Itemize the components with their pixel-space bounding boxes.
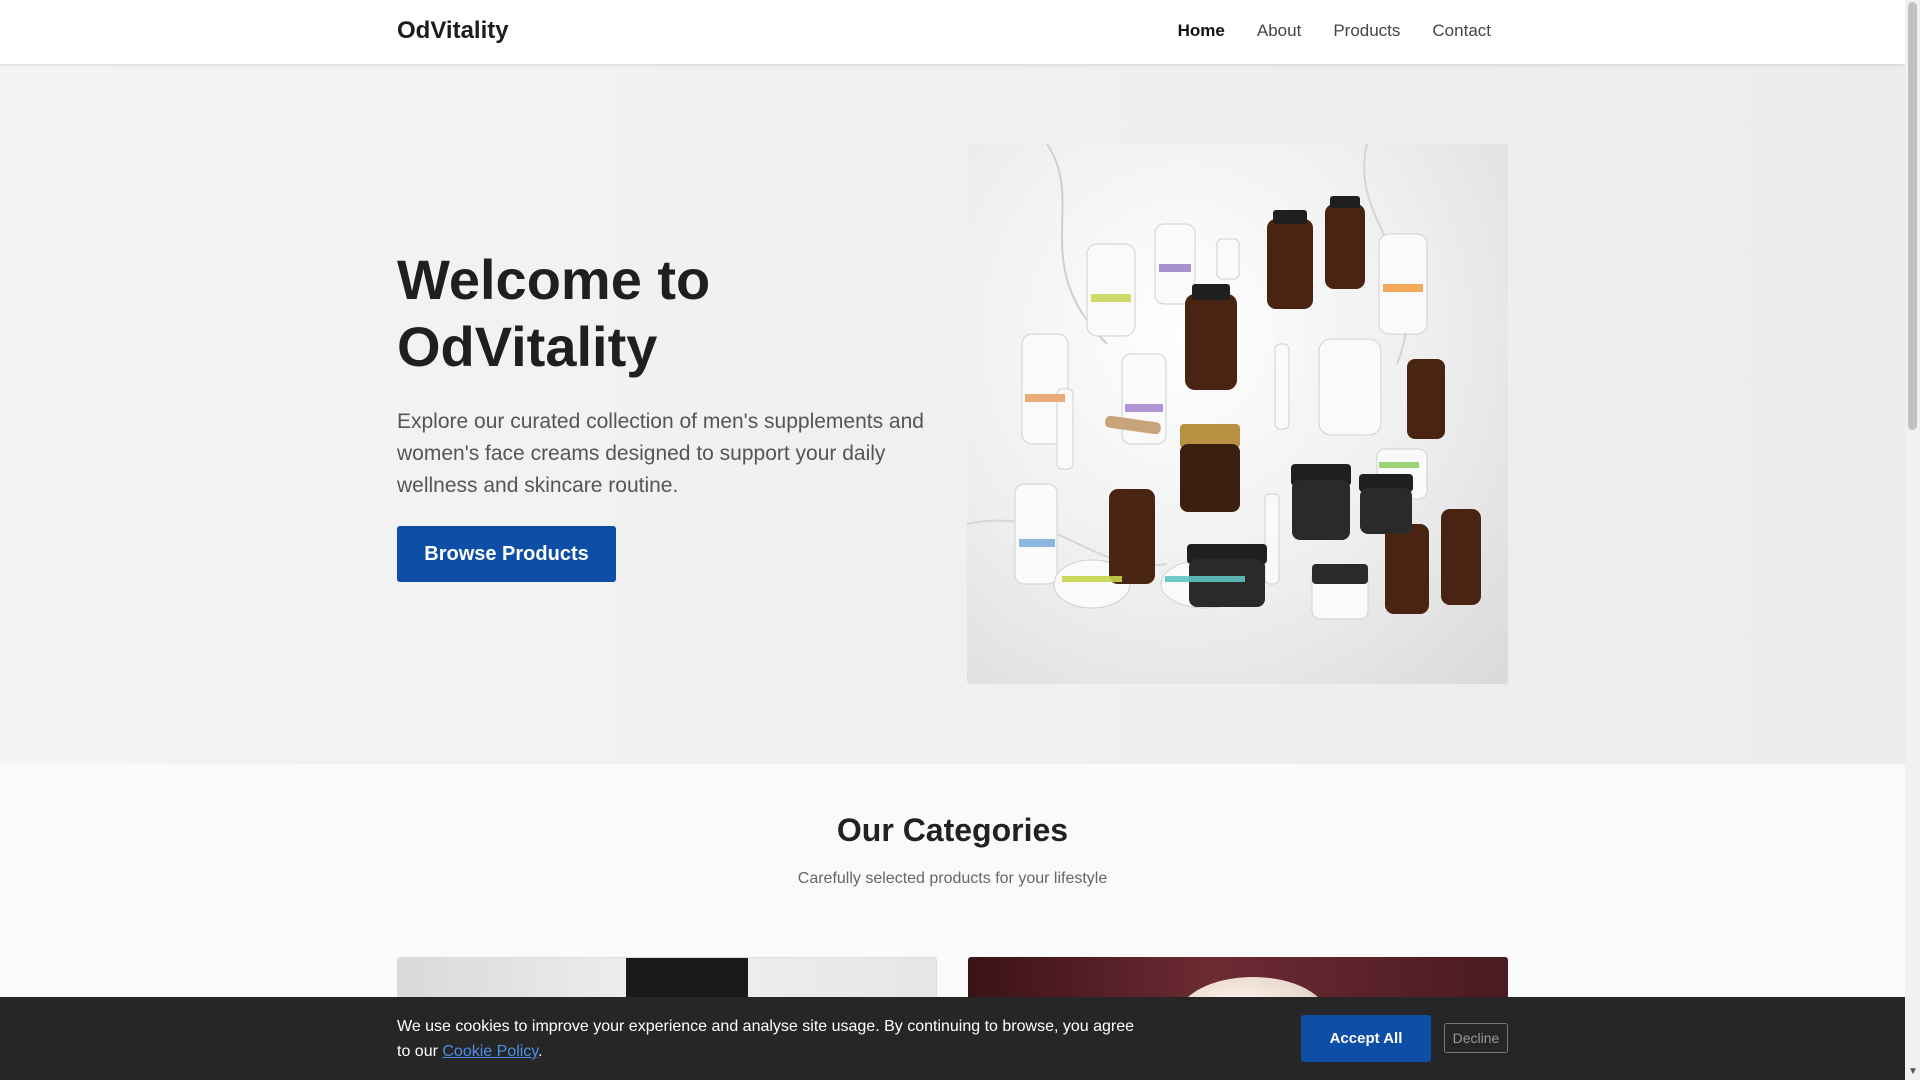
nav-contact[interactable]: Contact	[1432, 21, 1491, 41]
hero-section: Welcome to OdVitality Explore our curate…	[0, 64, 1905, 764]
cookie-message: We use cookies to improve your experienc…	[397, 1014, 1137, 1064]
nav-about[interactable]: About	[1257, 21, 1301, 41]
product-collection-illustration	[967, 144, 1481, 620]
accept-all-button[interactable]: Accept All	[1301, 1015, 1431, 1062]
brand-logo[interactable]: OdVitality	[397, 17, 509, 45]
categories-title: Our Categories	[836, 812, 1069, 848]
page-scrollbar[interactable]: ▼	[1905, 0, 1920, 1080]
hero-product-image	[967, 144, 1508, 684]
scroll-down-icon[interactable]: ▼	[1908, 1066, 1918, 1077]
site-header: OdVitality Home About Products Contact	[0, 0, 1905, 64]
cookie-banner: We use cookies to improve your experienc…	[0, 997, 1905, 1080]
decline-button[interactable]: Decline	[1444, 1023, 1508, 1053]
page: OdVitality Home About Products Contact W…	[0, 0, 1905, 1080]
nav-home[interactable]: Home	[1178, 21, 1225, 41]
cookie-policy-link[interactable]: Cookie Policy	[442, 1043, 538, 1060]
scrollbar-thumb[interactable]	[1908, 2, 1917, 430]
nav-products[interactable]: Products	[1333, 21, 1400, 41]
main-nav: Home About Products Contact	[1178, 21, 1491, 41]
hero-description: Explore our curated collection of men's …	[397, 410, 924, 497]
cookie-text-end: .	[538, 1043, 543, 1060]
categories-subtitle: Carefully selected products for your lif…	[797, 870, 1108, 887]
hero-title: Welcome to OdVitality	[397, 248, 711, 378]
browse-products-button[interactable]: Browse Products	[397, 526, 616, 582]
